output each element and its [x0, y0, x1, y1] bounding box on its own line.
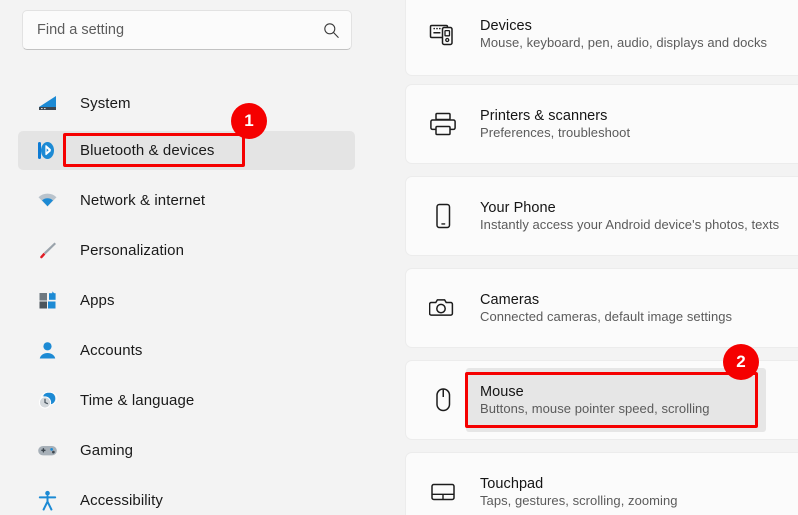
sidebar-item-bluetooth-devices[interactable]: Bluetooth & devices	[18, 131, 355, 170]
printer-icon	[428, 109, 458, 139]
phone-icon	[428, 201, 458, 231]
search-box[interactable]	[22, 10, 352, 50]
settings-sidebar: System Bluetooth & devices Network & int…	[0, 0, 400, 515]
sidebar-item-personalization[interactable]: Personalization	[18, 231, 355, 270]
card-title: Your Phone	[480, 200, 556, 216]
sidebar-item-label: Personalization	[80, 242, 185, 259]
sidebar-item-apps[interactable]: Apps	[18, 281, 355, 320]
sidebar-item-label: Network & internet	[80, 192, 206, 209]
paintbrush-icon	[36, 240, 58, 262]
card-subtitle: Connected cameras, default image setting…	[480, 309, 733, 324]
card-subtitle: Preferences, troubleshoot	[480, 125, 631, 140]
sidebar-item-accessibility[interactable]: Accessibility	[18, 481, 355, 515]
sidebar-item-label: Gaming	[80, 442, 134, 459]
card-title: Devices	[480, 18, 532, 34]
step-badge-1: 1	[231, 103, 267, 139]
camera-icon	[428, 293, 458, 323]
system-icon	[36, 93, 58, 115]
card-subtitle: Mouse, keyboard, pen, audio, displays an…	[480, 35, 768, 50]
sidebar-item-accounts[interactable]: Accounts	[18, 331, 355, 370]
sidebar-item-label: Time & language	[80, 392, 195, 409]
card-subtitle: Taps, gestures, scrolling, zooming	[480, 493, 678, 508]
settings-card-printers-scanners[interactable]: Printers & scanners Preferences, trouble…	[405, 84, 798, 164]
gamepad-icon	[36, 440, 58, 462]
selection-indicator	[38, 142, 41, 159]
devices-icon	[428, 19, 458, 49]
search-input[interactable]	[37, 11, 321, 49]
clock-globe-icon	[36, 390, 58, 412]
sidebar-item-label: Apps	[80, 292, 115, 309]
person-icon	[36, 340, 58, 362]
sidebar-item-label: Accounts	[80, 342, 143, 359]
settings-card-your-phone[interactable]: Your Phone Instantly access your Android…	[405, 176, 798, 256]
sidebar-item-label: Accessibility	[80, 492, 163, 509]
sidebar-item-gaming[interactable]: Gaming	[18, 431, 355, 470]
wifi-icon	[36, 190, 58, 212]
settings-card-cameras[interactable]: Cameras Connected cameras, default image…	[405, 268, 798, 348]
step-badge-2: 2	[723, 344, 759, 380]
settings-card-touchpad[interactable]: Touchpad Taps, gestures, scrolling, zoom…	[405, 452, 798, 515]
settings-content-panel: Devices Mouse, keyboard, pen, audio, dis…	[400, 0, 798, 515]
card-title: Mouse	[480, 384, 524, 400]
touchpad-icon	[428, 477, 458, 507]
apps-icon	[36, 290, 58, 312]
card-title: Printers & scanners	[480, 108, 608, 124]
card-subtitle: Instantly access your Android device's p…	[480, 217, 780, 232]
mouse-icon	[428, 385, 458, 415]
card-subtitle: Buttons, mouse pointer speed, scrolling	[480, 401, 710, 416]
card-title: Touchpad	[480, 476, 544, 492]
sidebar-item-label: System	[80, 95, 131, 112]
sidebar-item-time-language[interactable]: Time & language	[18, 381, 355, 420]
sidebar-item-label: Bluetooth & devices	[80, 142, 215, 159]
sidebar-item-network-internet[interactable]: Network & internet	[18, 181, 355, 220]
card-title: Cameras	[480, 292, 540, 308]
accessibility-icon	[36, 490, 58, 512]
search-icon[interactable]	[321, 20, 341, 40]
settings-card-devices[interactable]: Devices Mouse, keyboard, pen, audio, dis…	[405, 0, 798, 76]
sidebar-item-system[interactable]: System	[18, 84, 355, 123]
